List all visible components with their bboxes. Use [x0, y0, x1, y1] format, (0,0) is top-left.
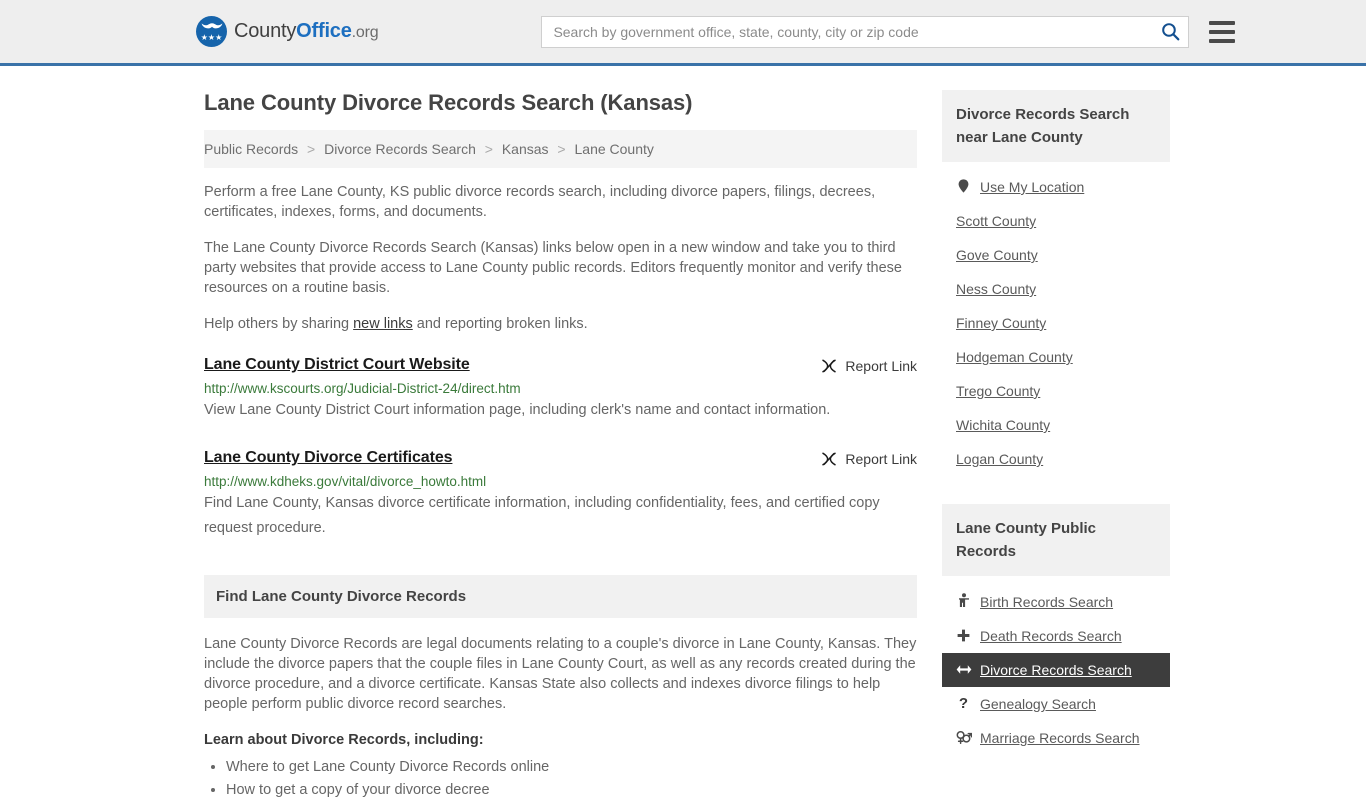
brand-part-org: .org: [351, 24, 379, 41]
sidebar-item-label: Ness County: [956, 281, 1037, 297]
sidebar-item-label: Scott County: [956, 213, 1037, 229]
site-logo[interactable]: ★★★ CountyOffice.org: [196, 16, 379, 47]
intro-paragraph-1: Perform a free Lane County, KS public di…: [204, 184, 876, 220]
panel-list: Birth Records Search Death Records Searc…: [942, 576, 1170, 755]
search-input[interactable]: [541, 15, 1190, 48]
breadcrumb-separator: >: [307, 141, 316, 157]
result-description: Find Lane County, Kansas divorce certifi…: [204, 495, 880, 536]
broken-link-icon: [822, 359, 837, 373]
breadcrumb-item-divorce-records-search[interactable]: Divorce Records Search: [324, 141, 476, 157]
sidebar-item-birth-records-search[interactable]: Birth Records Search: [942, 584, 1170, 619]
sidebar-item-label: Birth Records Search: [980, 593, 1114, 610]
page-title: Lane County Divorce Records Search (Kans…: [204, 90, 693, 115]
sidebar-item-label: Divorce Records Search: [980, 662, 1132, 678]
brand-part-county: County: [234, 20, 297, 42]
breadcrumb-item-kansas[interactable]: Kansas: [502, 141, 549, 157]
result-header: Lane County Divorce Certificates Report …: [204, 449, 917, 467]
breadcrumb-separator: >: [484, 141, 493, 157]
result-url: http://www.kscourts.org/Judicial-Distric…: [204, 381, 521, 396]
panel-public-records: Lane County Public Records Birth Records…: [942, 504, 1170, 755]
sidebar: Divorce Records Search near Lane County …: [942, 90, 1170, 802]
sidebar-item-wichita-county[interactable]: Wichita County: [942, 408, 1170, 442]
sidebar-item-label: Wichita County: [956, 417, 1051, 433]
sidebar-item-gove-county[interactable]: Gove County: [942, 238, 1170, 272]
panel-list: Use My Location Scott County Gove County…: [942, 162, 1170, 476]
panel-title: Divorce Records Search near Lane County: [942, 90, 1170, 162]
search-button[interactable]: [1157, 20, 1183, 44]
report-link-label: Report Link: [845, 451, 917, 467]
result-item: Lane County District Court Website Repor…: [204, 356, 917, 423]
sidebar-item-marriage-records-search[interactable]: Marriage Records Search: [942, 721, 1170, 755]
male-female-icon: [956, 730, 973, 746]
baby-icon: [956, 593, 971, 610]
sidebar-item-label: Logan County: [956, 451, 1044, 467]
result-description: View Lane County District Court informat…: [204, 402, 831, 418]
help-paragraph: Help others by sharing new links and rep…: [204, 314, 917, 334]
broken-link-icon: [822, 452, 837, 466]
report-link-button[interactable]: Report Link: [821, 356, 917, 374]
sidebar-item-label: Finney County: [956, 315, 1047, 331]
sidebar-item-logan-county[interactable]: Logan County: [942, 442, 1170, 476]
result-header: Lane County District Court Website Repor…: [204, 356, 917, 374]
panel-title: Lane County Public Records: [942, 504, 1170, 576]
search-container: [541, 15, 1190, 48]
question-mark-icon: ?: [958, 695, 969, 712]
help-suffix: and reporting broken links.: [412, 316, 588, 332]
sidebar-item-label: Genealogy Search: [980, 696, 1096, 712]
sidebar-item-use-my-location[interactable]: Use My Location: [942, 170, 1170, 204]
result-title-link[interactable]: Lane County District Court Website: [204, 356, 470, 374]
hamburger-bar: [1209, 29, 1236, 34]
breadcrumb: Public Records > Divorce Records Search …: [204, 130, 917, 168]
sidebar-item-genealogy-search[interactable]: ? Genealogy Search: [942, 687, 1170, 721]
sidebar-item-label: Trego County: [956, 383, 1041, 399]
section-body: Lane County Divorce Records are legal do…: [204, 636, 917, 712]
help-prefix: Help others by sharing: [204, 316, 354, 332]
hamburger-bar: [1209, 20, 1236, 25]
sidebar-item-label: Use My Location: [980, 179, 1085, 195]
map-pin-icon: [956, 179, 971, 195]
breadcrumb-item-public-records[interactable]: Public Records: [204, 141, 298, 157]
breadcrumb-separator: >: [557, 141, 566, 157]
intro-paragraph-2: The Lane County Divorce Records Search (…: [204, 240, 902, 296]
cross-icon: [956, 629, 971, 644]
result-title-link[interactable]: Lane County Divorce Certificates: [204, 449, 453, 467]
result-url: http://www.kdheks.gov/vital/divorce_howt…: [204, 474, 487, 489]
panel-nearby-divorce-records: Divorce Records Search near Lane County …: [942, 90, 1170, 476]
hamburger-bar: [1209, 38, 1236, 43]
section-heading: Find Lane County Divorce Records: [204, 575, 917, 618]
learn-list: Where to get Lane County Divorce Records…: [204, 756, 917, 802]
brand-wordmark: CountyOffice.org: [234, 20, 379, 43]
new-links-link[interactable]: new links: [353, 316, 413, 332]
report-link-button[interactable]: Report Link: [821, 449, 917, 467]
arrows-left-right-icon: [956, 663, 972, 677]
report-link-label: Report Link: [845, 358, 917, 374]
stars-glyph: ★★★: [200, 33, 223, 42]
brand-part-office: Office: [296, 20, 352, 42]
sidebar-item-divorce-records-search[interactable]: Divorce Records Search: [942, 653, 1170, 687]
breadcrumb-item-lane-county: Lane County: [574, 141, 654, 157]
sidebar-item-label: Death Records Search: [980, 628, 1122, 644]
sidebar-item-ness-county[interactable]: Ness County: [942, 272, 1170, 306]
sidebar-item-scott-county[interactable]: Scott County: [942, 204, 1170, 238]
sidebar-item-finney-county[interactable]: Finney County: [942, 306, 1170, 340]
sidebar-item-hodgeman-county[interactable]: Hodgeman County: [942, 340, 1170, 374]
sidebar-item-trego-county[interactable]: Trego County: [942, 374, 1170, 408]
learn-heading: Learn about Divorce Records, including:: [204, 732, 484, 748]
list-item: How to get a copy of your divorce decree: [226, 779, 917, 802]
magnifier-icon: [1162, 23, 1180, 41]
main-content: Lane County Divorce Records Search (Kans…: [204, 66, 917, 802]
sidebar-item-death-records-search[interactable]: Death Records Search: [942, 619, 1170, 653]
eagle-stars-emblem-icon: ★★★: [196, 16, 227, 47]
result-item: Lane County Divorce Certificates Report …: [204, 449, 917, 541]
sidebar-item-label: Hodgeman County: [956, 349, 1073, 365]
sidebar-item-label: Gove County: [956, 247, 1038, 263]
sidebar-item-label: Marriage Records Search: [980, 730, 1140, 746]
site-header: ★★★ CountyOffice.org: [0, 0, 1366, 66]
hamburger-menu-icon[interactable]: [1209, 20, 1236, 43]
